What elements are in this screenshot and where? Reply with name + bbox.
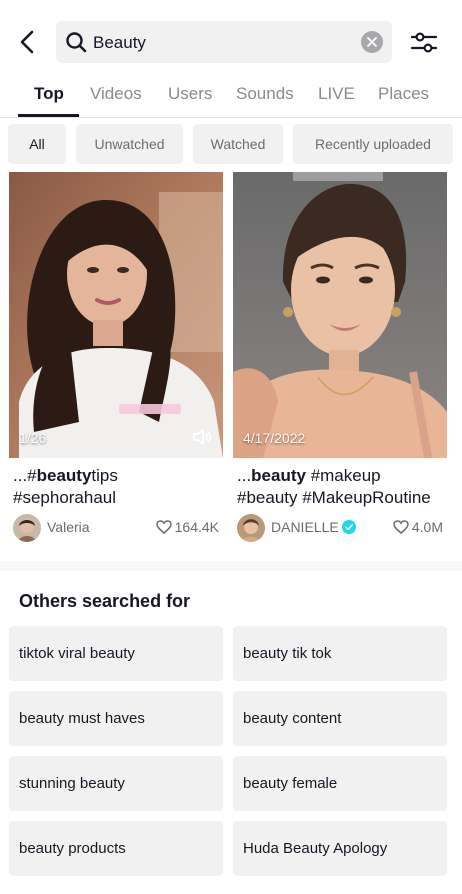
speaker-icon[interactable] [191, 426, 213, 448]
suggestion-item[interactable]: beauty female [233, 756, 447, 811]
video-thumbnail[interactable]: 1/26 [9, 172, 223, 458]
author-name-text: DANIELLE [271, 519, 339, 535]
author-name[interactable]: DANIELLE [271, 519, 356, 535]
video-caption[interactable]: ...#beautytips #sephorahaul [13, 465, 223, 509]
avatar-image [237, 514, 265, 542]
suggestion-item[interactable]: tiktok viral beauty [9, 626, 223, 681]
video-badge: 4/17/2022 [243, 430, 306, 446]
verified-badge-icon [341, 520, 356, 534]
video-caption[interactable]: ...beauty #makeup #beauty #MakeupRoutine [237, 465, 447, 509]
back-button[interactable] [12, 26, 44, 58]
suggestion-item[interactable]: beauty content [233, 691, 447, 746]
chevron-left-icon [20, 30, 34, 54]
tab-sounds[interactable]: Sounds [236, 84, 294, 104]
chip-recently-uploaded[interactable]: Recently uploaded [293, 124, 453, 164]
caption-line2: #sephorahaul [13, 488, 117, 507]
suggestion-item[interactable]: beauty products [9, 821, 223, 876]
tab-top[interactable]: Top [34, 84, 64, 104]
caption-rest: #makeup [305, 466, 381, 485]
tab-videos[interactable]: Videos [90, 84, 142, 104]
caption-prefix: ...# [13, 466, 37, 485]
search-query: Beauty [93, 33, 146, 52]
sliders-icon [410, 32, 438, 53]
author-row: DANIELLE 4.0M [237, 513, 443, 543]
video-thumbnail-image [233, 172, 447, 458]
search-header: Beauty [0, 0, 462, 80]
search-input[interactable]: Beauty [56, 21, 392, 63]
like-count-value: 4.0M [411, 519, 443, 535]
like-count-value: 164.4K [174, 519, 219, 535]
tab-live[interactable]: LIVE [318, 84, 355, 104]
caption-highlight: beauty [251, 466, 306, 485]
author-row: Valeria 164.4K [13, 513, 219, 543]
chip-watched[interactable]: Watched [193, 124, 283, 164]
tab-places[interactable]: Places [378, 84, 429, 104]
section-divider [0, 561, 462, 571]
others-searched-title: Others searched for [19, 591, 191, 611]
video-badge: 1/26 [19, 430, 47, 446]
heart-icon [393, 520, 409, 534]
avatar[interactable] [237, 514, 265, 542]
filter-chips: All Unwatched Watched Recently uploaded [0, 124, 462, 164]
chip-unwatched[interactable]: Unwatched [76, 124, 183, 164]
suggestion-item[interactable]: stunning beauty [9, 756, 223, 811]
author-name[interactable]: Valeria [47, 519, 90, 535]
avatar[interactable] [13, 514, 41, 542]
active-tab-indicator [18, 114, 79, 117]
avatar-image [13, 514, 41, 542]
filter-button[interactable] [408, 27, 440, 59]
heart-icon [155, 520, 172, 534]
search-icon [66, 32, 87, 53]
close-icon [367, 37, 377, 47]
suggestion-item[interactable]: beauty must haves [9, 691, 223, 746]
like-count: 4.0M [393, 519, 443, 535]
caption-rest: tips [91, 466, 118, 485]
video-thumbnail[interactable]: 4/17/2022 [233, 172, 447, 458]
caption-highlight: beauty [36, 466, 92, 485]
tab-users[interactable]: Users [168, 84, 212, 104]
caption-line2: #beauty #MakeupRoutine [237, 488, 431, 507]
search-tabs: Top Videos Users Sounds LIVE Places [0, 78, 462, 118]
like-count: 164.4K [155, 519, 219, 535]
caption-prefix: ... [237, 466, 252, 485]
suggestion-item[interactable]: beauty tik tok [233, 626, 447, 681]
video-thumbnail-image [9, 172, 223, 458]
suggestion-item[interactable]: Huda Beauty Apology [233, 821, 447, 876]
clear-search-button[interactable] [361, 31, 383, 53]
chip-all[interactable]: All [8, 124, 66, 164]
